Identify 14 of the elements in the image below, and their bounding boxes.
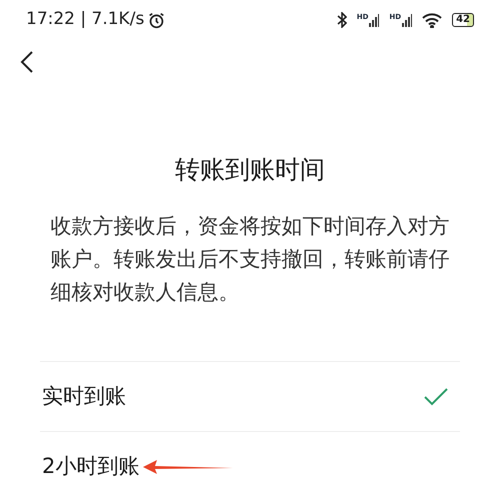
signal-icon — [402, 13, 412, 27]
option-row[interactable]: 实时到账 — [40, 361, 460, 431]
option-label: 实时到账 — [42, 382, 126, 410]
alarm-clock-icon — [148, 12, 166, 28]
option-label: 2小时到账 — [42, 452, 140, 480]
page-title: 转账到账时间 — [175, 154, 325, 186]
battery-indicator: 42 — [452, 13, 474, 27]
bluetooth-icon — [336, 12, 347, 28]
wifi-icon — [422, 12, 442, 28]
status-time: 17:22 | 7.1K/s — [26, 8, 144, 32]
back-icon — [20, 50, 34, 74]
option-row[interactable]: 2小时到账 — [40, 431, 460, 492]
description-text: 收款方接收后，资金将按如下时间存入对方账户。转账发出后不支持撤回，转账前请仔细核对收款人信息。 — [50, 213, 450, 306]
signal-icon — [369, 13, 380, 27]
